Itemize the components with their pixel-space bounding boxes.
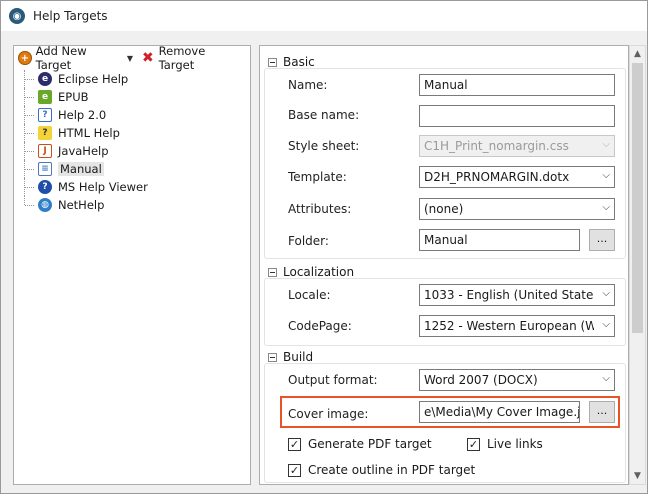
codepage-select[interactable]: 1252 - Western European (Windows) ⌵ [419, 315, 615, 337]
chevron-down-icon[interactable]: ⌵ [602, 288, 610, 299]
help2-icon: ? [38, 108, 52, 122]
folder-browse-button[interactable]: ... [589, 229, 615, 251]
tree-item-epub[interactable]: e EPUB [24, 88, 250, 106]
create-outline-checkbox[interactable]: ✓ Create outline in PDF target [288, 463, 475, 477]
cover-image-label: Cover image: [288, 407, 369, 421]
nethelp-icon: ◍ [38, 198, 52, 212]
remove-target-button[interactable]: ✖ Remove Target [141, 44, 242, 72]
chevron-down-icon[interactable]: ⌵ [602, 202, 610, 213]
locale-select[interactable]: 1033 - English (United States) ⌵ [419, 284, 615, 306]
manual-icon: ≡ [38, 162, 52, 176]
remove-x-icon: ✖ [141, 50, 154, 66]
chevron-down-icon[interactable]: ▼ [127, 54, 133, 63]
check-icon[interactable]: ✓ [288, 463, 301, 477]
folder-label: Folder: [288, 234, 329, 248]
tree-item-manual[interactable]: ≡ Manual [24, 160, 250, 178]
check-icon[interactable]: ✓ [467, 437, 480, 451]
style-sheet-select: C1H_Print_nomargin.css ⌵ [419, 135, 615, 157]
add-new-target-button[interactable]: + Add New Target ▼ [18, 44, 133, 72]
ms-help-viewer-icon: ? [38, 180, 52, 194]
properties-panel: Basic Name: Manual Base name: Style shee… [259, 45, 629, 485]
template-label: Template: [288, 170, 347, 184]
attributes-label: Attributes: [288, 202, 352, 216]
window-title: Help Targets [33, 9, 108, 23]
output-format-select[interactable]: Word 2007 (DOCX) ⌵ [419, 369, 615, 391]
template-select[interactable]: D2H_PRNOMARGIN.dotx ⌵ [419, 166, 615, 188]
tree-item-nethelp[interactable]: ◍ NetHelp [24, 196, 250, 214]
cover-image-browse-button[interactable]: ... [589, 401, 615, 423]
collapse-icon[interactable] [268, 267, 277, 277]
live-links-checkbox[interactable]: ✓ Live links [467, 437, 543, 451]
chevron-down-icon: ⌵ [602, 139, 610, 150]
chevron-down-icon[interactable]: ⌵ [602, 319, 610, 330]
scroll-up-icon[interactable]: ▲ [630, 46, 645, 62]
cover-image-field[interactable]: e\Media\My Cover Image.jpg [419, 401, 580, 423]
tree-item-javahelp[interactable]: J JavaHelp [24, 142, 250, 160]
tree-item-html-help[interactable]: ? HTML Help [24, 124, 250, 142]
style-sheet-label: Style sheet: [288, 139, 360, 153]
app-icon: ◉ [9, 8, 25, 24]
collapse-icon[interactable] [268, 57, 277, 67]
tree-item-help-2-0[interactable]: ? Help 2.0 [24, 106, 250, 124]
output-format-label: Output format: [288, 373, 378, 387]
section-basic-header[interactable]: Basic [268, 55, 315, 69]
scroll-down-icon[interactable]: ▼ [630, 468, 645, 484]
htmlhelp-icon: ? [38, 126, 52, 140]
help-targets-dialog: ◉ Help Targets + Add New Target ▼ ✖ Remo… [0, 0, 648, 494]
properties-scrollbar[interactable]: ▲ ▼ [629, 45, 646, 485]
targets-tree-panel: + Add New Target ▼ ✖ Remove Target e Ecl… [13, 44, 251, 485]
remove-target-label: Remove Target [158, 44, 206, 72]
chevron-down-icon[interactable]: ⌵ [602, 373, 610, 384]
eclipse-icon: e [38, 72, 52, 86]
title-bar: ◉ Help Targets [1, 1, 647, 31]
javahelp-icon: J [38, 144, 52, 158]
add-target-icon: + [18, 51, 32, 65]
locale-label: Locale: [288, 288, 331, 302]
folder-field[interactable]: Manual [419, 229, 580, 251]
codepage-label: CodePage: [288, 319, 352, 333]
chevron-down-icon[interactable]: ⌵ [602, 170, 610, 181]
scroll-thumb[interactable] [632, 63, 643, 333]
base-name-label: Base name: [288, 108, 360, 122]
name-label: Name: [288, 78, 328, 92]
add-target-label: Add New Target [35, 44, 87, 72]
section-build-header[interactable]: Build [268, 350, 313, 364]
name-field[interactable]: Manual [419, 74, 615, 96]
section-localization-header[interactable]: Localization [268, 265, 354, 279]
collapse-icon[interactable] [268, 352, 277, 362]
check-icon[interactable]: ✓ [288, 437, 301, 451]
tree-item-ms-help-viewer[interactable]: ? MS Help Viewer [24, 178, 250, 196]
attributes-select[interactable]: (none) ⌵ [419, 198, 615, 220]
base-name-field[interactable] [419, 105, 615, 127]
targets-tree: e Eclipse Help e EPUB ? Help 2.0 ? HTML … [14, 70, 250, 214]
tree-item-eclipse-help[interactable]: e Eclipse Help [24, 70, 250, 88]
epub-icon: e [38, 90, 52, 104]
tree-toolbar: + Add New Target ▼ ✖ Remove Target [14, 44, 250, 72]
generate-pdf-checkbox[interactable]: ✓ Generate PDF target [288, 437, 432, 451]
